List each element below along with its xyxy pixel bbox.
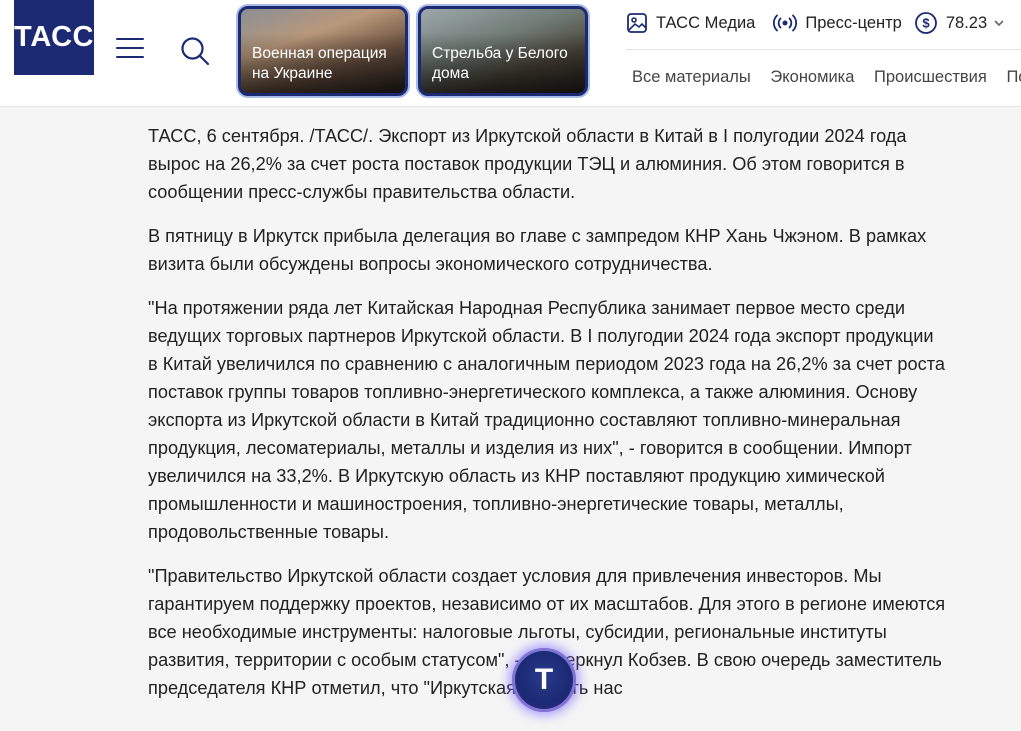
currency-rate-value: 78.23 — [945, 13, 988, 32]
assistant-button[interactable]: T — [512, 648, 576, 712]
article-paragraph: В пятницу в Иркутск прибыла делегация во… — [148, 226, 927, 274]
site-header: ТАСС Военная операция на Украине Стрельб… — [0, 0, 1021, 107]
dollar-icon: $ — [914, 12, 937, 34]
currency-rate-dropdown[interactable]: $ 78.23 — [914, 11, 1006, 35]
tass-media-link[interactable]: ТАСС Медиа — [626, 12, 755, 34]
nav-item-economy[interactable]: Экономика — [770, 68, 854, 86]
article-paragraph: ТАСС, 6 сентября. /ТАСС/. Экспорт из Ирк… — [148, 126, 907, 202]
nav-item-all-materials[interactable]: Все материалы — [632, 68, 751, 86]
menu-icon[interactable] — [116, 38, 144, 62]
assistant-button-label: T — [534, 663, 554, 696]
tass-media-label: ТАСС Медиа — [656, 13, 756, 32]
chevron-down-icon — [994, 20, 1004, 27]
article-paragraph: "На протяжении ряда лет Китайская Народн… — [148, 298, 945, 542]
promo-tile-white-house[interactable]: Стрельба у Белого дома — [418, 6, 588, 96]
press-center-label: Пресс-центр — [805, 13, 902, 32]
promo-tile-ukraine[interactable]: Военная операция на Украине — [238, 6, 408, 96]
search-icon[interactable] — [180, 36, 210, 66]
tass-logo[interactable]: ТАСС — [14, 0, 94, 75]
nav-item-incidents[interactable]: Происшествия — [874, 68, 987, 86]
header-divider — [626, 49, 1021, 50]
nav-item-politics[interactable]: Поли — [1006, 68, 1021, 86]
article-body: ТАСС, 6 сентября. /ТАСС/. Экспорт из Ирк… — [148, 122, 948, 718]
top-links: ТАСС Медиа Пресс-центр $ 78.23 — [626, 10, 1021, 36]
svg-text:$: $ — [922, 16, 930, 31]
image-icon — [627, 13, 647, 33]
broadcast-icon — [773, 14, 798, 32]
press-center-link[interactable]: Пресс-центр — [773, 12, 902, 34]
section-nav: Все материалы Экономика Происшествия Пол… — [632, 68, 1021, 87]
tile-label: Военная операция на Украине — [252, 45, 387, 82]
tile-label: Стрельба у Белого дома — [432, 45, 568, 82]
